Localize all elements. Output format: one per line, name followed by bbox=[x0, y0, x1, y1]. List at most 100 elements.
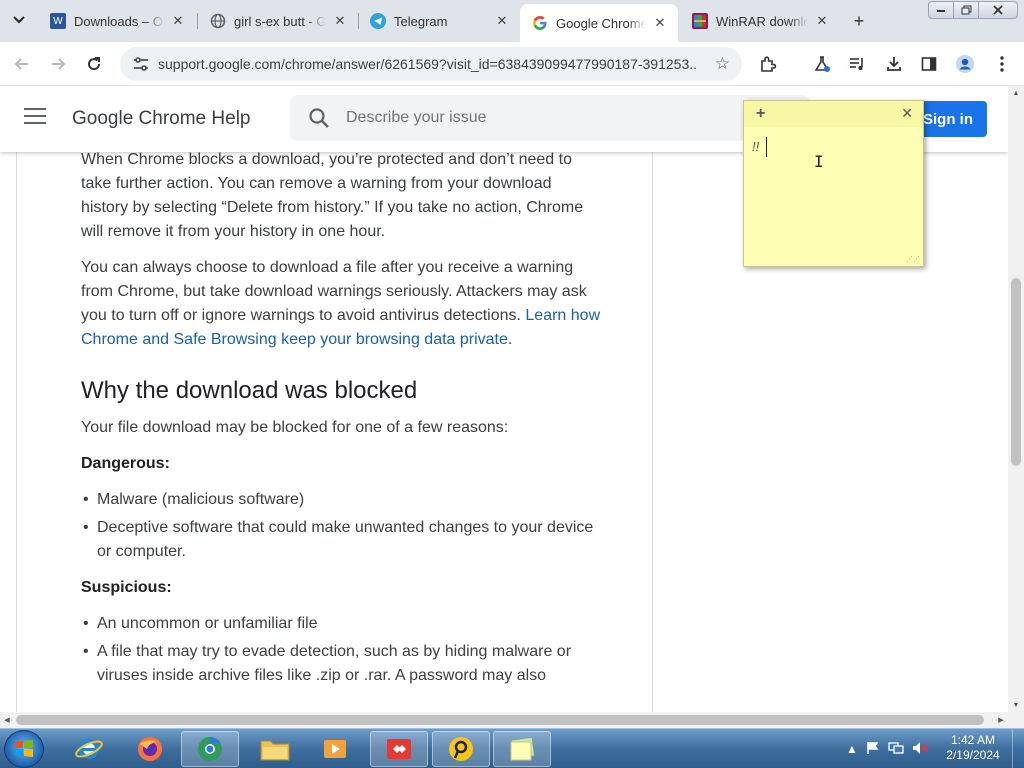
close-icon bbox=[993, 5, 1003, 15]
tab-search-result[interactable]: girl s-ex butt - G ✕ bbox=[198, 6, 358, 36]
article-body: When Chrome blocks a download, you’re pr… bbox=[81, 148, 601, 698]
resize-grip-icon[interactable]: ⋰⋰ bbox=[906, 256, 920, 263]
sticky-notes-icon bbox=[510, 737, 535, 761]
side-panel-icon bbox=[921, 57, 937, 71]
scroll-thumb[interactable] bbox=[1011, 278, 1021, 466]
back-arrow-icon bbox=[14, 58, 28, 70]
close-tab-icon[interactable]: ✕ bbox=[652, 15, 668, 31]
tab-strip: W Downloads – Or ✕ girl s-ex butt - G ✕ … bbox=[0, 0, 1024, 42]
profile-button[interactable] bbox=[951, 50, 979, 78]
system-tray: ▲ bbox=[842, 729, 932, 768]
section-heading: Why the download was blocked bbox=[81, 377, 418, 404]
paragraph-text: You can always choose to download a file… bbox=[81, 259, 587, 324]
show-hidden-icons-icon[interactable]: ▲ bbox=[846, 742, 858, 756]
globe-icon bbox=[210, 13, 226, 29]
internet-explorer-icon bbox=[75, 739, 103, 759]
start-button[interactable] bbox=[4, 730, 44, 768]
clock-time: 1:42 AM bbox=[950, 733, 996, 747]
text-caret bbox=[766, 137, 767, 157]
close-tab-icon[interactable]: ✕ bbox=[170, 13, 186, 29]
scroll-left-arrow-icon[interactable]: ◀ bbox=[0, 712, 14, 728]
taskbar: ▲ 1:42 AM 2/19/2024 bbox=[0, 728, 1024, 768]
tab-search-button[interactable] bbox=[6, 8, 32, 32]
url-text: support.google.com/chrome/answer/6261569… bbox=[158, 56, 698, 72]
firefox-icon bbox=[138, 737, 162, 761]
puzzle-icon bbox=[761, 56, 777, 72]
minimize-icon bbox=[937, 10, 945, 12]
help-center-title[interactable]: Google Chrome Help bbox=[72, 108, 250, 130]
labs-button[interactable] bbox=[808, 50, 836, 78]
clock-date: 2/19/2024 bbox=[946, 748, 1000, 762]
scroll-right-arrow-icon[interactable]: ▶ bbox=[994, 712, 1008, 728]
scroll-up-arrow-icon[interactable]: ▲ bbox=[1008, 86, 1024, 100]
new-tab-button[interactable]: + bbox=[848, 10, 870, 32]
action-center-flag-icon[interactable] bbox=[866, 741, 880, 758]
google-icon bbox=[532, 15, 548, 31]
list-item: Malware (malicious software) bbox=[81, 488, 601, 512]
search-icon bbox=[309, 108, 329, 128]
tab-winrar[interactable]: WinRAR downlo ✕ bbox=[680, 6, 840, 36]
close-tab-icon[interactable]: ✕ bbox=[332, 13, 348, 29]
restore-icon bbox=[961, 5, 971, 15]
chrome-icon bbox=[198, 737, 222, 761]
taskbar-chrome[interactable] bbox=[181, 731, 239, 767]
system-clock[interactable]: 1:42 AM 2/19/2024 bbox=[938, 733, 1008, 763]
reload-icon bbox=[88, 57, 101, 71]
show-desktop-button[interactable] bbox=[1012, 729, 1024, 768]
more-vert-icon bbox=[1000, 56, 1004, 72]
site-info-icon[interactable] bbox=[130, 57, 152, 71]
avatar-icon bbox=[956, 55, 974, 73]
restore-button[interactable] bbox=[953, 1, 979, 19]
tab-downloads[interactable]: W Downloads – Or ✕ bbox=[38, 6, 196, 36]
taskbar-file-explorer[interactable] bbox=[246, 731, 304, 767]
close-note-icon[interactable]: ✕ bbox=[901, 105, 913, 122]
horizontal-scrollbar[interactable]: ◀ ▶ bbox=[0, 712, 1024, 728]
telegram-icon bbox=[370, 13, 386, 29]
tab-google-chrome-help[interactable]: Google Chrome ✕ bbox=[520, 4, 678, 42]
w-doc-icon: W bbox=[50, 13, 66, 29]
volume-muted-icon[interactable] bbox=[912, 741, 928, 758]
tab-title: WinRAR downlo bbox=[716, 13, 808, 29]
tab-title: Telegram bbox=[394, 13, 448, 29]
hamburger-menu-icon[interactable] bbox=[24, 108, 46, 128]
help-search-input[interactable] bbox=[346, 109, 746, 127]
close-window-button[interactable] bbox=[978, 1, 1018, 19]
browser-toolbar: support.google.com/chrome/answer/6261569… bbox=[0, 42, 1024, 86]
taskbar-firefox[interactable] bbox=[121, 731, 179, 767]
sticky-note-text[interactable]: !! bbox=[752, 139, 759, 154]
close-tab-icon[interactable]: ✕ bbox=[814, 13, 830, 29]
network-icon[interactable] bbox=[888, 741, 904, 758]
new-note-icon[interactable]: + bbox=[756, 105, 765, 123]
tab-telegram[interactable]: Telegram ✕ bbox=[358, 6, 520, 36]
extensions-button[interactable] bbox=[754, 50, 782, 78]
taskbar-sticky-notes[interactable] bbox=[493, 731, 551, 767]
media-controls-button[interactable] bbox=[843, 50, 871, 78]
paragraph: Your file download may be blocked for on… bbox=[81, 419, 509, 436]
back-button[interactable] bbox=[8, 50, 36, 78]
taskbar-remote-app[interactable] bbox=[432, 731, 490, 767]
address-bar[interactable]: support.google.com/chrome/answer/6261569… bbox=[120, 47, 742, 81]
taskbar-anydesk[interactable] bbox=[370, 731, 428, 767]
close-tab-icon[interactable]: ✕ bbox=[494, 13, 510, 29]
help-search-box[interactable] bbox=[290, 95, 810, 141]
minimize-button[interactable] bbox=[928, 1, 954, 19]
reload-button[interactable] bbox=[80, 50, 108, 78]
bookmark-star-icon[interactable]: ☆ bbox=[715, 54, 730, 74]
side-panel-button[interactable] bbox=[915, 50, 943, 78]
music-queue-icon bbox=[850, 58, 863, 70]
folder-icon bbox=[260, 740, 290, 761]
sticky-note-titlebar[interactable]: + ✕ bbox=[744, 101, 923, 127]
tab-title: Downloads – Or bbox=[74, 13, 164, 29]
taskbar-media-player[interactable] bbox=[306, 731, 364, 767]
forward-button[interactable] bbox=[44, 50, 72, 78]
list-item: Deceptive software that could make unwan… bbox=[81, 516, 601, 564]
vertical-scrollbar[interactable]: ▲ ▼ bbox=[1008, 86, 1024, 712]
subheading-suspicious: Suspicious: bbox=[81, 579, 172, 596]
sticky-note[interactable]: + ✕ !! ⋰⋰ bbox=[743, 100, 924, 267]
taskbar-internet-explorer[interactable] bbox=[60, 731, 118, 767]
downloads-button[interactable] bbox=[880, 50, 908, 78]
flask-icon bbox=[814, 56, 830, 72]
scroll-thumb-horizontal[interactable] bbox=[16, 715, 984, 725]
scroll-down-arrow-icon[interactable]: ▼ bbox=[1008, 698, 1024, 712]
menu-button[interactable] bbox=[988, 50, 1016, 78]
